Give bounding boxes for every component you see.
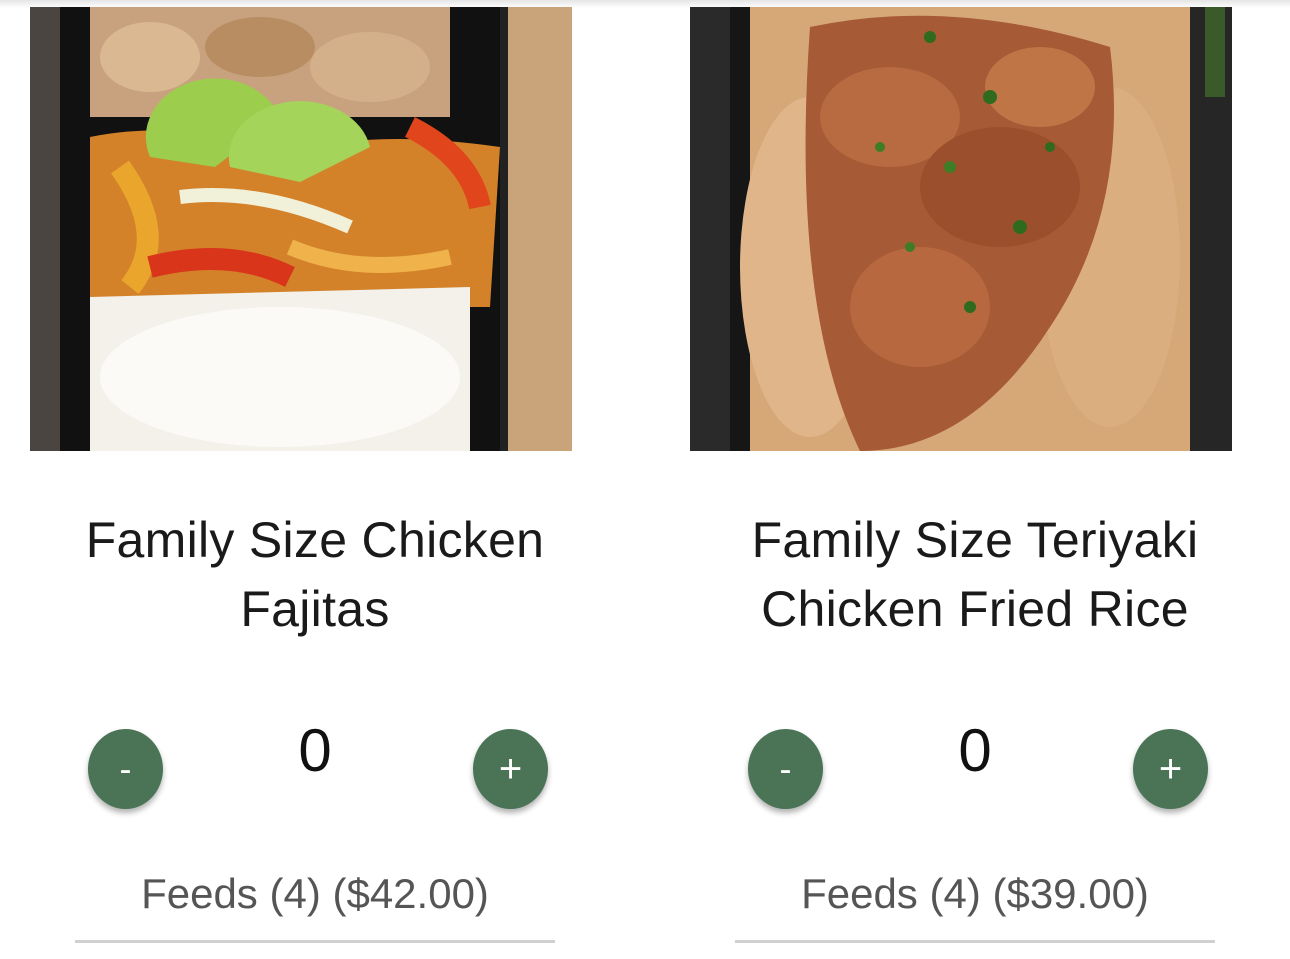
header-shadow [0, 0, 1290, 8]
quantity-value: 0 [298, 717, 332, 784]
product-image[interactable] [30, 7, 572, 451]
decrement-button[interactable]: - [748, 729, 823, 809]
product-grid: Family Size Chicken Fajitas - 0 + Feeds … [0, 0, 1290, 959]
card-divider [75, 940, 555, 943]
product-title: Family Size Teriyaki Chicken Fried Rice [751, 512, 1199, 637]
quantity-selector: - 0 + [690, 715, 1260, 815]
quantity-value: 0 [958, 717, 992, 784]
card-divider [735, 940, 1215, 943]
quantity-selector: - 0 + [30, 715, 600, 815]
teriyaki-photo [690, 7, 1232, 451]
serving-price-label: Feeds (4) ($39.00) [801, 870, 1149, 917]
decrement-button[interactable]: - [88, 729, 163, 809]
fajitas-photo [30, 7, 572, 451]
product-card-teriyaki-chicken-fried-rice: Family Size Teriyaki Chicken Fried Rice … [690, 0, 1260, 959]
product-image[interactable] [690, 7, 1232, 451]
serving-price-label: Feeds (4) ($42.00) [141, 870, 489, 917]
increment-button[interactable]: + [1133, 729, 1208, 809]
product-card-chicken-fajitas: Family Size Chicken Fajitas - 0 + Feeds … [30, 0, 600, 959]
product-title: Family Size Chicken Fajitas [85, 512, 545, 637]
increment-button[interactable]: + [473, 729, 548, 809]
